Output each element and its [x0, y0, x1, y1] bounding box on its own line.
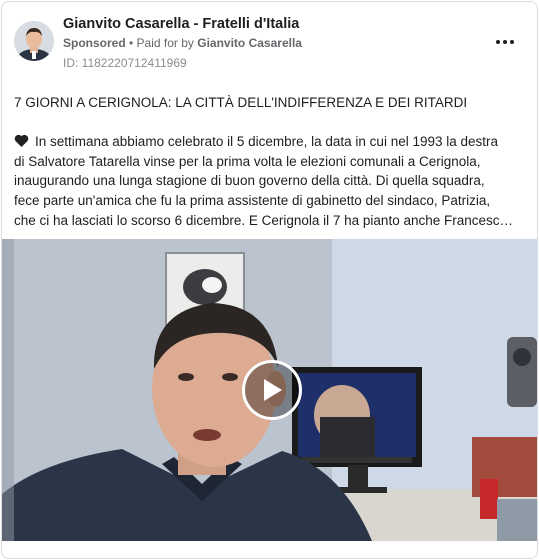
post-headline: 7 GIORNI A CERIGNOLA: LA CITTÀ DELL'INDI… — [14, 95, 468, 110]
body-line: inaugurando una lunga stagione di buon g… — [14, 173, 485, 189]
paid-for-name[interactable]: Gianvito Casarella — [197, 36, 302, 50]
play-triangle — [264, 379, 282, 401]
body-line[interactable]: che ci ha lasciati lo scorso 6 dicembre.… — [14, 211, 529, 231]
play-icon[interactable] — [242, 360, 302, 420]
more-options-icon[interactable] — [493, 32, 517, 52]
avatar[interactable] — [14, 21, 54, 61]
sponsored-label: Sponsored — [63, 36, 126, 50]
ad-id: ID: 1182220712411969 — [63, 56, 187, 70]
sponsorship-line: Sponsored • Paid for by Gianvito Casarel… — [63, 36, 302, 50]
post-body: In settimana abbiamo celebrato il 5 dice… — [14, 132, 529, 231]
black-heart-icon — [14, 134, 29, 147]
body-line-text: In settimana abbiamo celebrato il 5 dice… — [35, 134, 499, 149]
ad-card: Gianvito Casarella - Fratelli d'Italia S… — [1, 1, 538, 559]
body-line: In settimana abbiamo celebrato il 5 dice… — [14, 132, 529, 152]
body-line: fece parte un'amica che fu la prima assi… — [14, 193, 491, 209]
paid-for-prefix: Paid for by — [136, 36, 198, 50]
page-name-link[interactable]: Gianvito Casarella - Fratelli d'Italia — [63, 16, 299, 32]
body-line: di Salvatore Tatarella vinse per la prim… — [14, 153, 481, 169]
meta-separator: • — [125, 36, 137, 50]
